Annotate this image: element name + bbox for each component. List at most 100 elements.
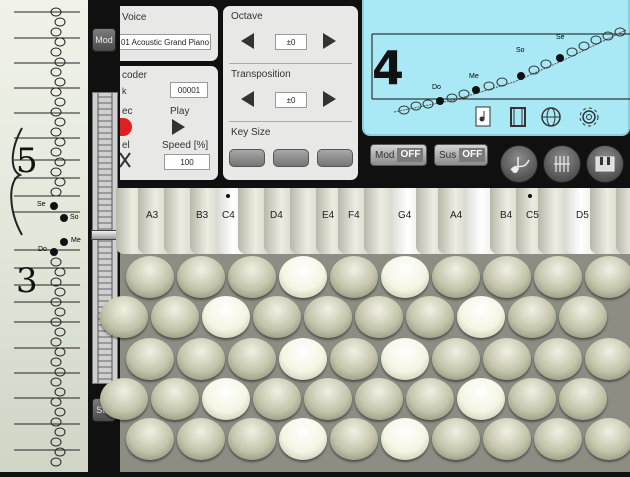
octave-down-icon[interactable] [241,33,254,49]
accordion-button[interactable] [483,256,531,298]
accordion-button[interactable] [304,296,352,338]
accordion-button[interactable] [177,418,225,460]
accordion-button[interactable] [585,418,630,460]
accordion-button[interactable] [457,296,505,338]
score-note-so: So [516,47,525,54]
key-label: B4 [500,210,513,221]
score-sheet-icon[interactable] [474,106,492,128]
button-keyboard: A3 B3 C4 D4 E4 F4 G4 A4 B4 C5 D5 [100,188,630,472]
accordion-button[interactable] [534,418,582,460]
accordion-button[interactable] [228,418,276,460]
film-icon[interactable] [508,106,528,128]
mod-toggle[interactable]: Mod OFF [370,144,427,166]
accordion-button[interactable] [100,296,148,338]
button-layout-button[interactable] [543,145,581,183]
staff-note-me: Me [71,237,81,244]
accordion-button[interactable] [381,338,429,380]
accordion-button[interactable] [330,418,378,460]
sus-toggle[interactable]: Sus OFF [434,144,488,166]
recorder-panel: coder k 00001 ec Play el Speed [%] 100 [120,66,218,180]
accordion-button[interactable] [534,338,582,380]
accordion-button[interactable] [126,338,174,380]
accordion-button[interactable] [432,256,480,298]
svg-text:3: 3 [16,261,38,301]
voice-field[interactable]: 01 Acoustic Grand Piano [120,34,211,50]
accordion-button[interactable] [508,296,556,338]
counter-label-fragment: k [122,86,127,96]
voice-label: Voice [122,12,147,23]
key-size-medium-button[interactable] [273,149,309,167]
accordion-button[interactable] [457,378,505,420]
speed-field[interactable]: 100 [164,154,210,170]
key-size-large-button[interactable] [317,149,353,167]
gear-icon[interactable] [578,106,602,128]
transpose-down-icon[interactable] [241,91,254,107]
top-key[interactable] [616,188,630,254]
divider [229,121,352,122]
staff-note-do: Do [38,246,47,253]
accordion-button[interactable] [381,418,429,460]
rec-label: ec [122,106,133,117]
divider [229,63,352,64]
accordion-button[interactable] [559,378,607,420]
accordion-button[interactable] [177,338,225,380]
accordion-button[interactable] [126,418,174,460]
play-icon[interactable] [172,119,185,135]
accordion-button[interactable] [279,338,327,380]
accordion-button[interactable] [355,296,403,338]
accordion-button[interactable] [177,256,225,298]
accordion-button[interactable] [202,378,250,420]
accordion-button[interactable] [406,296,454,338]
play-label: Play [170,106,190,117]
piano-mode-button[interactable] [586,145,624,183]
button-grid-icon [554,156,570,172]
record-button[interactable] [120,118,132,136]
accordion-button[interactable] [559,296,607,338]
accordion-button[interactable] [432,338,480,380]
key-label: G4 [398,210,412,221]
accordion-button[interactable] [304,378,352,420]
accordion-button[interactable] [202,296,250,338]
accordion-button[interactable] [228,256,276,298]
key-label: B3 [196,210,209,221]
accordion-button[interactable] [228,338,276,380]
mod-toggle-label: Mod [375,149,395,161]
mod-side-button[interactable]: Mod [92,28,116,52]
accordion-button[interactable] [330,338,378,380]
delete-icon[interactable] [120,152,132,168]
accordion-button[interactable] [585,256,630,298]
key-label: F4 [348,210,360,221]
volume-slider[interactable] [91,92,121,384]
accordion-button[interactable] [508,378,556,420]
key-size-small-button[interactable] [229,149,265,167]
accordion-button[interactable] [534,256,582,298]
accordion-button[interactable] [253,296,301,338]
sus-toggle-label: Sus [439,149,457,161]
key-size-label: Key Size [231,127,271,138]
accordion-button[interactable] [432,418,480,460]
accordion-button[interactable] [330,256,378,298]
accordion-button[interactable] [151,296,199,338]
staff-svg: 5 3 [10,7,80,467]
accordion-button[interactable] [253,378,301,420]
music-note-icon [510,157,530,173]
accordion-button[interactable] [585,338,630,380]
accordion-button[interactable] [279,256,327,298]
accordion-button[interactable] [355,378,403,420]
accordion-button[interactable] [381,256,429,298]
accordion-button[interactable] [406,378,454,420]
accordion-button[interactable] [151,378,199,420]
accordion-button[interactable] [279,418,327,460]
globe-icon[interactable] [540,106,562,128]
transpose-up-icon[interactable] [323,91,336,107]
recorder-label: coder [122,70,148,81]
accordion-button[interactable] [126,256,174,298]
accordion-button[interactable] [483,338,531,380]
c-marker-dot [226,194,230,198]
score-display: 4 Do Me So Se [362,0,630,136]
score-note-do: Do [432,84,441,91]
accordion-button[interactable] [100,378,148,420]
octave-up-icon[interactable] [323,33,336,49]
music-library-button[interactable] [500,145,538,183]
accordion-button[interactable] [483,418,531,460]
